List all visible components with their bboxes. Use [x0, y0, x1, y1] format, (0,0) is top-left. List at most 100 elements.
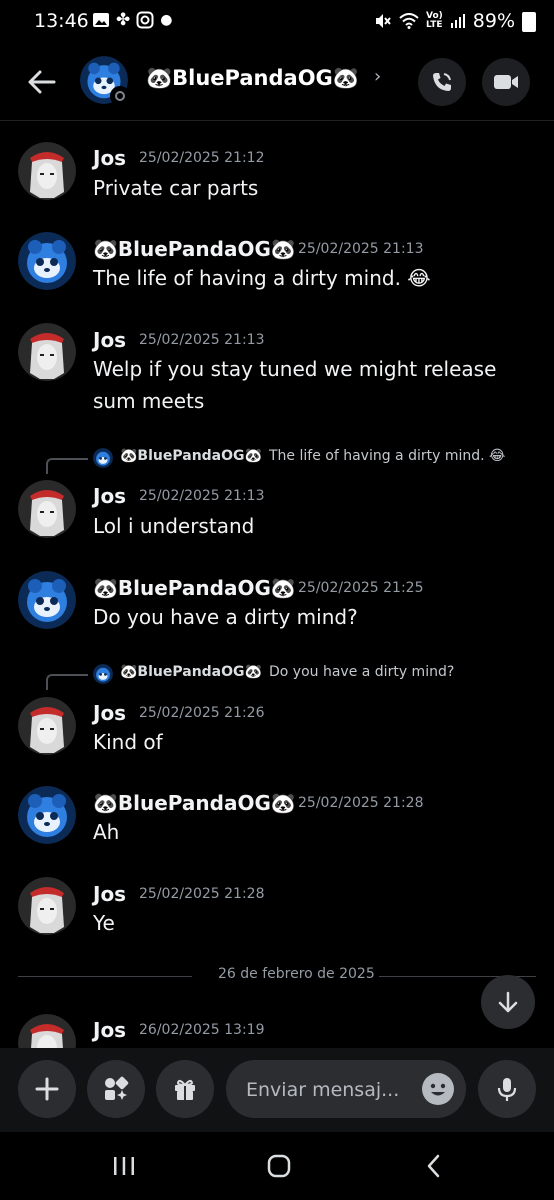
anime-avatar-image: [18, 877, 76, 935]
user-avatar-jos[interactable]: [18, 142, 76, 200]
message-timestamp: 25/02/2025 21:28: [139, 886, 265, 902]
panda-avatar-image: [18, 786, 76, 844]
anime-avatar-image: [18, 1014, 76, 1048]
signal-icon: [450, 14, 465, 28]
panda-avatar-image: [18, 232, 76, 290]
voice-message-button[interactable]: [478, 1060, 536, 1118]
home-button[interactable]: [259, 1148, 299, 1184]
back-arrow-icon[interactable]: [24, 64, 60, 100]
status-time: 13:46: [34, 10, 89, 32]
user-avatar-bluepanda[interactable]: [18, 571, 76, 629]
reply-text: Do you have a dirty mind?: [269, 664, 455, 680]
reply-author[interactable]: 🐼BluePandaOG🐼: [120, 664, 262, 680]
apps-button[interactable]: [87, 1060, 145, 1118]
pinwheel-icon: ✤: [116, 10, 131, 30]
system-back-button[interactable]: [414, 1148, 454, 1184]
reply-text: The life of having a dirty mind. 😂: [269, 448, 506, 464]
message-timestamp: 25/02/2025 21:25: [298, 580, 424, 596]
phone-call-icon: [433, 73, 451, 91]
message-text: Ah: [93, 820, 120, 844]
message-author[interactable]: Jos: [93, 146, 126, 170]
message-text: Private car parts: [93, 176, 259, 200]
anime-avatar-image: [18, 323, 76, 381]
emoji-button[interactable]: [422, 1073, 454, 1105]
user-avatar-jos[interactable]: [18, 480, 76, 538]
message-text: The life of having a dirty mind. 😂: [93, 266, 431, 290]
volte-icon: Vo) LTE: [425, 11, 443, 30]
message-author[interactable]: Jos: [93, 701, 126, 725]
instagram-icon: [136, 11, 154, 29]
message-input[interactable]: [244, 1074, 418, 1106]
user-avatar-jos[interactable]: [18, 697, 76, 755]
user-avatar-jos[interactable]: [18, 323, 76, 381]
video-call-button[interactable]: [482, 58, 530, 106]
jump-to-present-button[interactable]: [481, 975, 535, 1029]
message-item[interactable]: Jos 25/02/2025 21:12 Private car parts: [0, 140, 554, 210]
arrow-down-icon: [498, 991, 518, 1013]
user-avatar-bluepanda[interactable]: [18, 232, 76, 290]
chevron-right-icon[interactable]: ›: [374, 66, 381, 87]
emoji-smile-icon: [423, 1074, 453, 1104]
message-item[interactable]: Jos 25/02/2025 21:26 Kind of: [0, 697, 554, 767]
recent-apps-icon: [114, 1157, 134, 1175]
system-navigation-bar: [0, 1132, 554, 1200]
plus-icon: [35, 1077, 59, 1101]
video-camera-icon: [494, 75, 518, 89]
anime-avatar-image: [18, 480, 76, 538]
message-item[interactable]: Jos 25/02/2025 21:28 Ye: [0, 877, 554, 947]
channel-header: 🐼BluePandaOG🐼 ›: [0, 44, 554, 121]
back-chevron-icon: [427, 1154, 440, 1178]
message-item[interactable]: Jos 26/02/2025 13:19: [0, 1014, 554, 1048]
battery-icon: [522, 12, 536, 32]
message-item[interactable]: 🐼BluePandaOG🐼 25/02/2025 21:13 The life …: [0, 232, 554, 302]
message-timestamp: 25/02/2025 21:12: [139, 150, 265, 166]
message-text: Lol i understand: [93, 514, 255, 538]
message-timestamp: 25/02/2025 21:13: [139, 332, 265, 348]
date-divider-label: 26 de febrero de 2025: [214, 966, 379, 982]
reply-reference[interactable]: 🐼BluePandaOG🐼 Do you have a dirty mind?: [0, 662, 554, 690]
voice-call-button[interactable]: [418, 58, 466, 106]
message-timestamp: 25/02/2025 21:28: [298, 795, 424, 811]
channel-title[interactable]: 🐼BluePandaOG🐼: [146, 66, 359, 91]
message-item[interactable]: 🐼BluePandaOG🐼 25/02/2025 21:28 Ah: [0, 786, 554, 856]
recent-apps-button[interactable]: [104, 1148, 144, 1184]
message-timestamp: 25/02/2025 21:13: [139, 488, 265, 504]
status-bar: 13:46 ✤ ● Vo) LTE 89%: [0, 0, 554, 44]
user-avatar-jos[interactable]: [18, 877, 76, 935]
message-item[interactable]: Jos 25/02/2025 21:13 Welp if you stay tu…: [0, 323, 554, 423]
panda-avatar-image: [93, 664, 113, 684]
reply-author[interactable]: 🐼BluePandaOG🐼: [120, 448, 262, 464]
message-author[interactable]: 🐼BluePandaOG🐼: [93, 791, 296, 815]
attach-button[interactable]: [18, 1060, 76, 1118]
anime-avatar-image: [18, 697, 76, 755]
message-author[interactable]: 🐼BluePandaOG🐼: [93, 576, 296, 600]
wifi-icon: [399, 13, 419, 29]
gift-button[interactable]: [156, 1060, 214, 1118]
message-item[interactable]: 🐼BluePandaOG🐼 25/02/2025 21:25 Do you ha…: [0, 571, 554, 641]
message-timestamp: 25/02/2025 21:13: [298, 241, 424, 257]
message-text: Ye: [93, 911, 115, 935]
message-text: Kind of: [93, 730, 163, 754]
anime-avatar-image: [18, 142, 76, 200]
message-author[interactable]: Jos: [93, 484, 126, 508]
reply-reference[interactable]: 🐼BluePandaOG🐼 The life of having a dirty…: [0, 446, 554, 474]
microphone-icon: [497, 1078, 517, 1101]
user-avatar-bluepanda[interactable]: [18, 786, 76, 844]
message-text: Do you have a dirty mind?: [93, 605, 358, 629]
message-author[interactable]: Jos: [93, 882, 126, 906]
reply-avatar: [93, 448, 113, 468]
reply-avatar: [93, 664, 113, 684]
message-text: Welp if you stay tuned we might release …: [93, 357, 497, 413]
message-author[interactable]: Jos: [93, 1018, 126, 1042]
gallery-icon: [93, 13, 109, 27]
offline-status-indicator: [110, 86, 130, 106]
message-item[interactable]: Jos 25/02/2025 21:13 Lol i understand: [0, 480, 554, 550]
message-timestamp: 25/02/2025 21:26: [139, 705, 265, 721]
discord-dm-screen: 13:46 ✤ ● Vo) LTE 89% 🐼BluePandaOG🐼 › Jo…: [0, 0, 554, 1200]
user-avatar-jos[interactable]: [18, 1014, 76, 1048]
message-input-wrapper: [226, 1060, 466, 1118]
panda-avatar-image: [93, 448, 113, 468]
message-author[interactable]: 🐼BluePandaOG🐼: [93, 237, 296, 261]
home-icon: [267, 1154, 291, 1178]
message-author[interactable]: Jos: [93, 328, 126, 352]
